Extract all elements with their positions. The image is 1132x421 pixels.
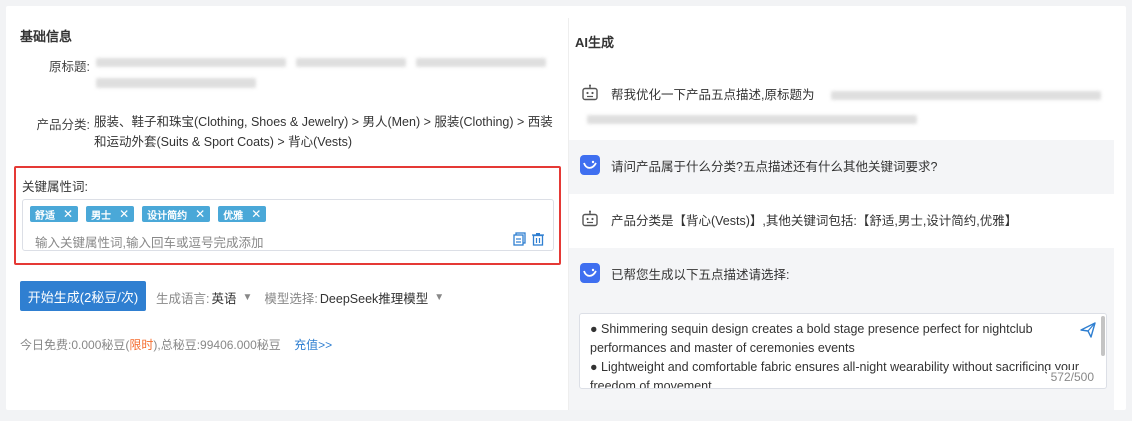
copy-icon[interactable] — [513, 232, 527, 249]
chat-message-text: 请问产品属于什么分类?五点描述还有什么其他关键词要求? — [611, 160, 938, 174]
remove-tag-icon[interactable]: ✕ — [63, 208, 73, 220]
assistant-logo-icon — [579, 262, 601, 284]
remove-tag-icon[interactable]: ✕ — [119, 208, 129, 220]
ai-panel-title: AI生成 — [575, 35, 615, 50]
keyword-tag-label: 男士 — [91, 210, 112, 222]
robot-icon — [579, 82, 601, 104]
chat-message-text: 产品分类是【背心(Vests)】,其他关键词包括:【舒适,男士,设计简约,优雅】 — [611, 214, 1018, 228]
remove-tag-icon[interactable]: ✕ — [195, 208, 205, 220]
remove-tag-icon[interactable]: ✕ — [251, 208, 261, 220]
keywords-input[interactable]: 输入关键属性词,输入回车或逗号完成添加 — [35, 232, 263, 251]
assistant-logo-icon — [579, 154, 601, 176]
free-suffix: ),总秘豆:99406.000秘豆 — [153, 338, 281, 352]
keyword-tag-label: 舒适 — [35, 210, 55, 222]
chat-message-bot: 请问产品属于什么分类?五点描述还有什么其他关键词要求? — [569, 140, 1114, 194]
output-line: ● Lightweight and comfortable fabric ens… — [590, 360, 1080, 389]
balance-info: 今日免费:0.000秘豆(限时),总秘豆:99406.000秘豆 充值>> — [20, 336, 332, 353]
keyword-tag: 设计简约 ✕ — [142, 206, 211, 222]
keyword-tag: 男士 ✕ — [86, 206, 135, 222]
ai-panel: AI生成 帮我优化一下产品五点描述,原标题为 请问产品属于什么分类?五点描述还有… — [568, 18, 1114, 410]
generate-options: 生成语言: 英语 ▼ 模型选择: DeepSeek推理模型 ▼ — [156, 288, 456, 307]
send-icon[interactable] — [1080, 322, 1096, 341]
keyword-actions — [513, 232, 545, 249]
basic-info-title: 基础信息 — [20, 29, 73, 44]
chevron-down-icon[interactable]: ▼ — [434, 292, 444, 303]
keywords-label: 关键属性词: — [22, 180, 88, 194]
scrollbar[interactable] — [1101, 316, 1105, 356]
robot-icon — [579, 208, 601, 230]
generated-output-text: ● Shimmering sequin design creates a bol… — [590, 320, 1090, 389]
keyword-tag: 舒适 ✕ — [30, 206, 79, 222]
keywords-section: 关键属性词: 舒适 ✕ 男士 ✕ 设计简约 ✕ 优雅 ✕ 输入关键属性词,输入回… — [14, 166, 561, 265]
keywords-input-box[interactable]: 舒适 ✕ 男士 ✕ 设计简约 ✕ 优雅 ✕ 输入关键属性词,输入回车或逗号完成添… — [22, 199, 554, 251]
start-generate-button[interactable]: 开始生成(2秘豆/次) — [20, 281, 146, 311]
category-value: 服装、鞋子和珠宝(Clothing, Shoes & Jewelry) > 男人… — [94, 115, 553, 149]
language-label: 生成语言: — [156, 292, 210, 306]
keyword-tag: 优雅 ✕ — [218, 206, 267, 222]
keyword-tag-label: 优雅 — [223, 210, 244, 222]
output-line: ● Shimmering sequin design creates a bol… — [590, 322, 1033, 355]
basic-info-panel: 基础信息 原标题: 产品分类: 服装、鞋子和珠宝(Clothing, Shoes… — [6, 6, 566, 410]
recharge-link[interactable]: 充值>> — [294, 338, 332, 352]
free-prefix: 今日免费:0.000秘豆( — [20, 338, 130, 352]
trash-icon[interactable] — [531, 232, 545, 249]
language-select[interactable]: 英语 — [211, 288, 236, 307]
keyword-tags: 舒适 ✕ 男士 ✕ 设计简约 ✕ 优雅 ✕ — [30, 206, 267, 222]
original-title-label: 原标题: — [49, 60, 90, 74]
generated-output-textarea[interactable]: ● Shimmering sequin design creates a bol… — [579, 313, 1107, 389]
chevron-down-icon[interactable]: ▼ — [243, 292, 253, 303]
chat-message-user: 帮我优化一下产品五点描述,原标题为 — [569, 72, 1114, 140]
main-card: 基础信息 原标题: 产品分类: 服装、鞋子和珠宝(Clothing, Shoes… — [6, 6, 1126, 410]
chat-message-text: 帮我优化一下产品五点描述,原标题为 — [611, 88, 815, 102]
chat-message-user: 产品分类是【背心(Vests)】,其他关键词包括:【舒适,男士,设计简约,优雅】 — [569, 194, 1114, 248]
keyword-tag-label: 设计简约 — [147, 210, 188, 222]
model-select[interactable]: DeepSeek推理模型 — [320, 288, 428, 307]
category-label: 产品分类: — [36, 118, 90, 132]
char-counter: 572/500 — [1046, 370, 1094, 384]
limited-badge: 限时 — [129, 338, 154, 352]
model-label: 模型选择: — [264, 292, 318, 306]
chat-message-text: 已帮您生成以下五点描述请选择: — [611, 268, 790, 282]
